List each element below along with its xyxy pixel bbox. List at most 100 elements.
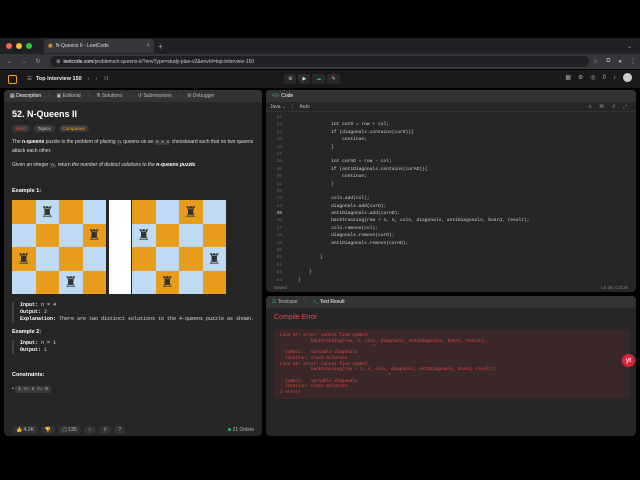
reload-icon[interactable]: ↻ — [34, 58, 42, 65]
companies-tag[interactable]: Companies — [58, 125, 90, 132]
streak-icon[interactable]: ◎ — [590, 74, 595, 81]
code-line[interactable]: 46 backtracking(row + 1, n, cols, diagon… — [266, 217, 636, 224]
code-line[interactable]: 47 cols.remove(col); — [266, 225, 636, 232]
shuffle-icon[interactable]: ⤨ — [103, 76, 107, 83]
code-line[interactable]: 51 } — [266, 254, 636, 261]
close-window-button[interactable] — [6, 43, 12, 49]
run-button[interactable]: ▶ — [298, 74, 311, 84]
tab-test-result-label: Test Result — [319, 299, 345, 305]
compile-error-title: Compile Error — [274, 314, 318, 321]
tab-debugger[interactable]: ⚙ Debugger — [187, 93, 215, 99]
code-line[interactable]: 49 antiDiagonals.remove(curAD); — [266, 240, 636, 247]
mode-select[interactable]: Auto — [299, 104, 309, 110]
problem-list-icon[interactable]: ☰ — [27, 76, 32, 82]
minimize-window-button[interactable] — [16, 43, 22, 49]
code-line[interactable]: 36 } — [266, 144, 636, 151]
maximize-window-button[interactable] — [26, 43, 32, 49]
code-line[interactable]: 43 cols.add(col); — [266, 195, 636, 202]
comments-button[interactable]: ▢ 135 — [58, 426, 81, 434]
statement-code: n x n — [154, 140, 171, 145]
site-info-icon[interactable]: ⚙ — [56, 59, 60, 65]
dislike-button[interactable]: 👎 — [40, 426, 56, 434]
problem-list-title[interactable]: Top Interview 150 — [36, 76, 82, 82]
debug-button[interactable]: ⚙ — [284, 74, 297, 84]
prev-problem-icon[interactable]: ‹ — [88, 76, 90, 82]
notifications-icon[interactable]: ♪ — [613, 75, 616, 81]
profile-icon[interactable]: ● — [618, 59, 622, 65]
board-square — [59, 200, 83, 224]
line-text: diagonals.remove(curD); — [298, 233, 395, 239]
code-line[interactable]: 35 continue; — [266, 136, 636, 143]
input-value: n = 4 — [41, 302, 57, 308]
help-icon[interactable]: ? — [114, 426, 126, 434]
forward-icon[interactable]: → — [20, 59, 28, 65]
tab-editorial[interactable]: ▣ Editorial — [56, 93, 80, 99]
url-path: /problems/n-queens-ii/?envType=study-pla… — [93, 58, 255, 65]
url-field[interactable]: ⚙ leetcode.com/problems/n-queens-ii/?env… — [50, 56, 589, 67]
editor-toolbar: Java ⌄ | Auto ≡ ⌘ ↺ ⤢ — [266, 102, 636, 112]
favorite-icon[interactable]: ☆ — [83, 426, 97, 434]
back-icon[interactable]: ← — [6, 59, 14, 65]
notes-button[interactable]: ✎ — [327, 74, 340, 84]
code-line[interactable]: 48 diagonals.remove(curD); — [266, 232, 636, 239]
line-number: 32 — [276, 115, 282, 120]
example-2-block: Input: n = 1 Output: 1 — [12, 340, 258, 354]
code-line[interactable]: 40 continue; — [266, 173, 636, 180]
code-header: </> Code — [266, 90, 636, 102]
code-line[interactable]: 37 — [266, 151, 636, 158]
code-line[interactable]: 39 if (antiDiagonals.contains(curAD)){ — [266, 166, 636, 173]
extension-badge-icon[interactable]: yt — [622, 354, 635, 367]
tab-description[interactable]: ▤ Description — [10, 93, 41, 99]
code-line[interactable]: 32 — [266, 114, 636, 121]
url-host: leetcode.com — [63, 58, 94, 65]
tab-test-result[interactable]: >_ Test Result — [313, 299, 345, 305]
online-label: 21 Online — [232, 427, 254, 433]
tab-submissions[interactable]: ↺ Submissions — [138, 93, 172, 99]
statement-bold: n-queens — [22, 139, 45, 145]
leetcode-logo-icon[interactable] — [8, 74, 17, 84]
code-line[interactable]: 45 antiDiagonals.add(curAD); — [266, 210, 636, 217]
line-number: 42 — [276, 188, 282, 194]
browser-tab[interactable]: ▣ N-Queens II - LeetCode × — [44, 39, 154, 53]
settings-icon[interactable]: ⚙ — [578, 74, 583, 81]
code-line[interactable]: 38 int curAD = row - col; — [266, 158, 636, 165]
line-number: 35 — [276, 137, 282, 143]
line-number: 37 — [276, 151, 282, 157]
language-select[interactable]: Java ⌄ — [270, 104, 286, 110]
share-icon[interactable]: ⇪ — [99, 426, 112, 434]
next-problem-icon[interactable]: › — [96, 76, 98, 82]
board-square — [12, 270, 36, 294]
avatar[interactable] — [623, 73, 632, 82]
topics-tag[interactable]: Topics — [33, 125, 55, 132]
board-square: ♜ — [179, 200, 203, 224]
tab-description-label: Description — [16, 93, 42, 99]
code-line[interactable]: 52 — [266, 262, 636, 269]
code-line[interactable]: 50 — [266, 247, 636, 254]
new-tab-button[interactable]: + — [158, 42, 163, 51]
page-title[interactable]: 52. N-Queens II — [12, 109, 258, 119]
tab-testcase[interactable]: ☑ Testcase — [272, 299, 298, 305]
close-tab-icon[interactable]: × — [146, 43, 150, 49]
screen: ▣ N-Queens II - LeetCode × + ⌄ ← → ↻ ⚙ l… — [0, 0, 640, 480]
code-line[interactable]: 44 diagonals.add(curD); — [266, 203, 636, 210]
left-tab-bar: ▤ Description | ▣ Editorial | ⚗ Solution… — [4, 90, 262, 102]
task-text: , return — [54, 162, 73, 168]
browser-menu-icon[interactable]: ⋮ — [630, 58, 636, 65]
code-line[interactable]: 33 int curD = row + col; — [266, 121, 636, 128]
tab-solutions[interactable]: ⚗ Solutions — [96, 93, 122, 99]
tab-search-icon[interactable]: ⌄ — [627, 43, 632, 50]
task-text: . — [195, 162, 197, 168]
tab-testcase-label: Testcase — [277, 299, 298, 305]
code-line[interactable]: 42 — [266, 188, 636, 195]
code-editor[interactable]: 32 33 int curD = row + col; 34 if (diagona… — [266, 114, 636, 283]
board-square — [35, 247, 59, 271]
code-line[interactable]: 53 } — [266, 269, 636, 276]
extensions-icon[interactable]: ⧉ — [606, 58, 610, 65]
submit-button[interactable]: ☁ — [312, 74, 326, 84]
like-button[interactable]: 👍 4.3K — [12, 426, 38, 434]
code-line[interactable]: 34 if (diagonals.contains(curD)){ — [266, 129, 636, 136]
code-line[interactable]: 41 } — [266, 181, 636, 188]
layout-icon[interactable]: ▦ — [565, 74, 571, 81]
bookmark-star-icon[interactable]: ☆ — [593, 58, 598, 65]
editor-tool-icons[interactable]: ≡ ⌘ ↺ ⤢ — [589, 104, 630, 110]
